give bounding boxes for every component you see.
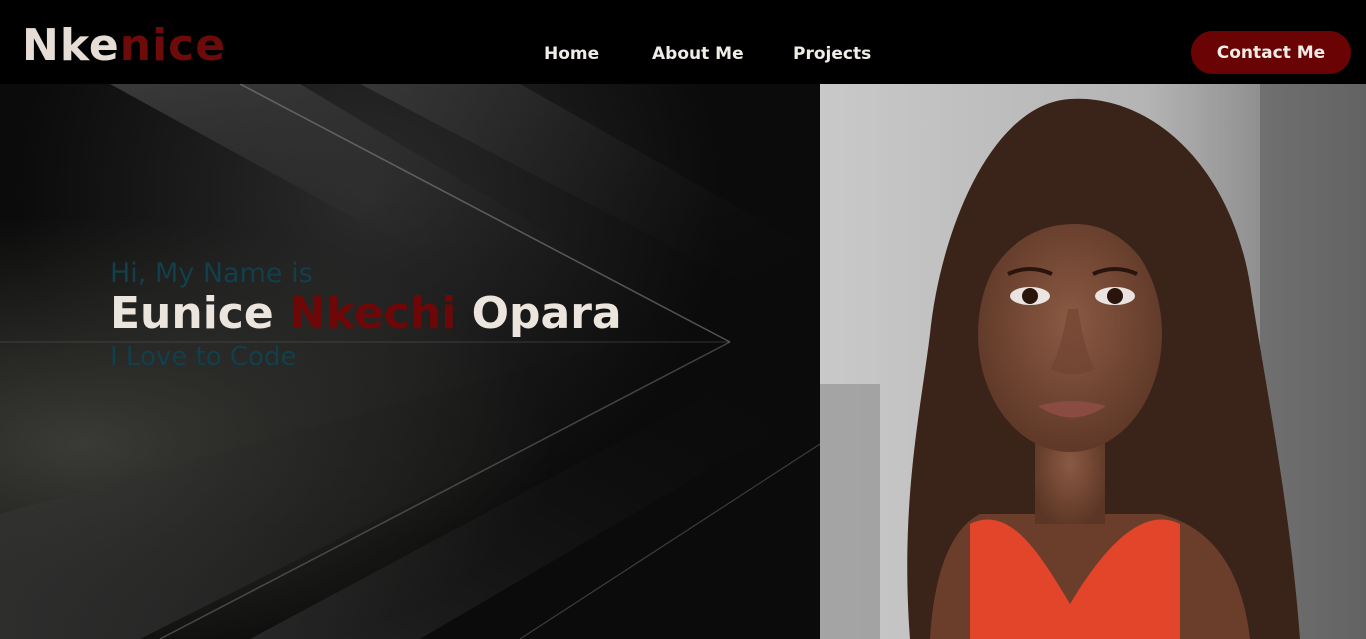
- main-nav: Home About Me Projects: [0, 44, 1366, 68]
- nav-home-link[interactable]: Home: [544, 44, 599, 64]
- hero-intro: Hi, My Name is Eunice Nkechi Opara I Lov…: [0, 84, 820, 639]
- nav-projects-link[interactable]: Projects: [793, 44, 871, 64]
- profile-photo: [820, 84, 1366, 639]
- portrait-illustration: [820, 84, 1366, 639]
- hero-greeting: Hi, My Name is: [110, 258, 313, 289]
- middle-name: Nkechi: [289, 288, 457, 339]
- last-name: Opara: [471, 288, 622, 339]
- contact-me-button[interactable]: Contact Me: [1191, 31, 1351, 74]
- top-navbar: Nkenice Home About Me Projects Contact M…: [0, 0, 1366, 84]
- nav-about-link[interactable]: About Me: [652, 44, 744, 64]
- hero-name: Eunice Nkechi Opara: [110, 288, 622, 339]
- hero-tagline: I Love to Code: [110, 342, 297, 372]
- first-name: Eunice: [110, 288, 274, 339]
